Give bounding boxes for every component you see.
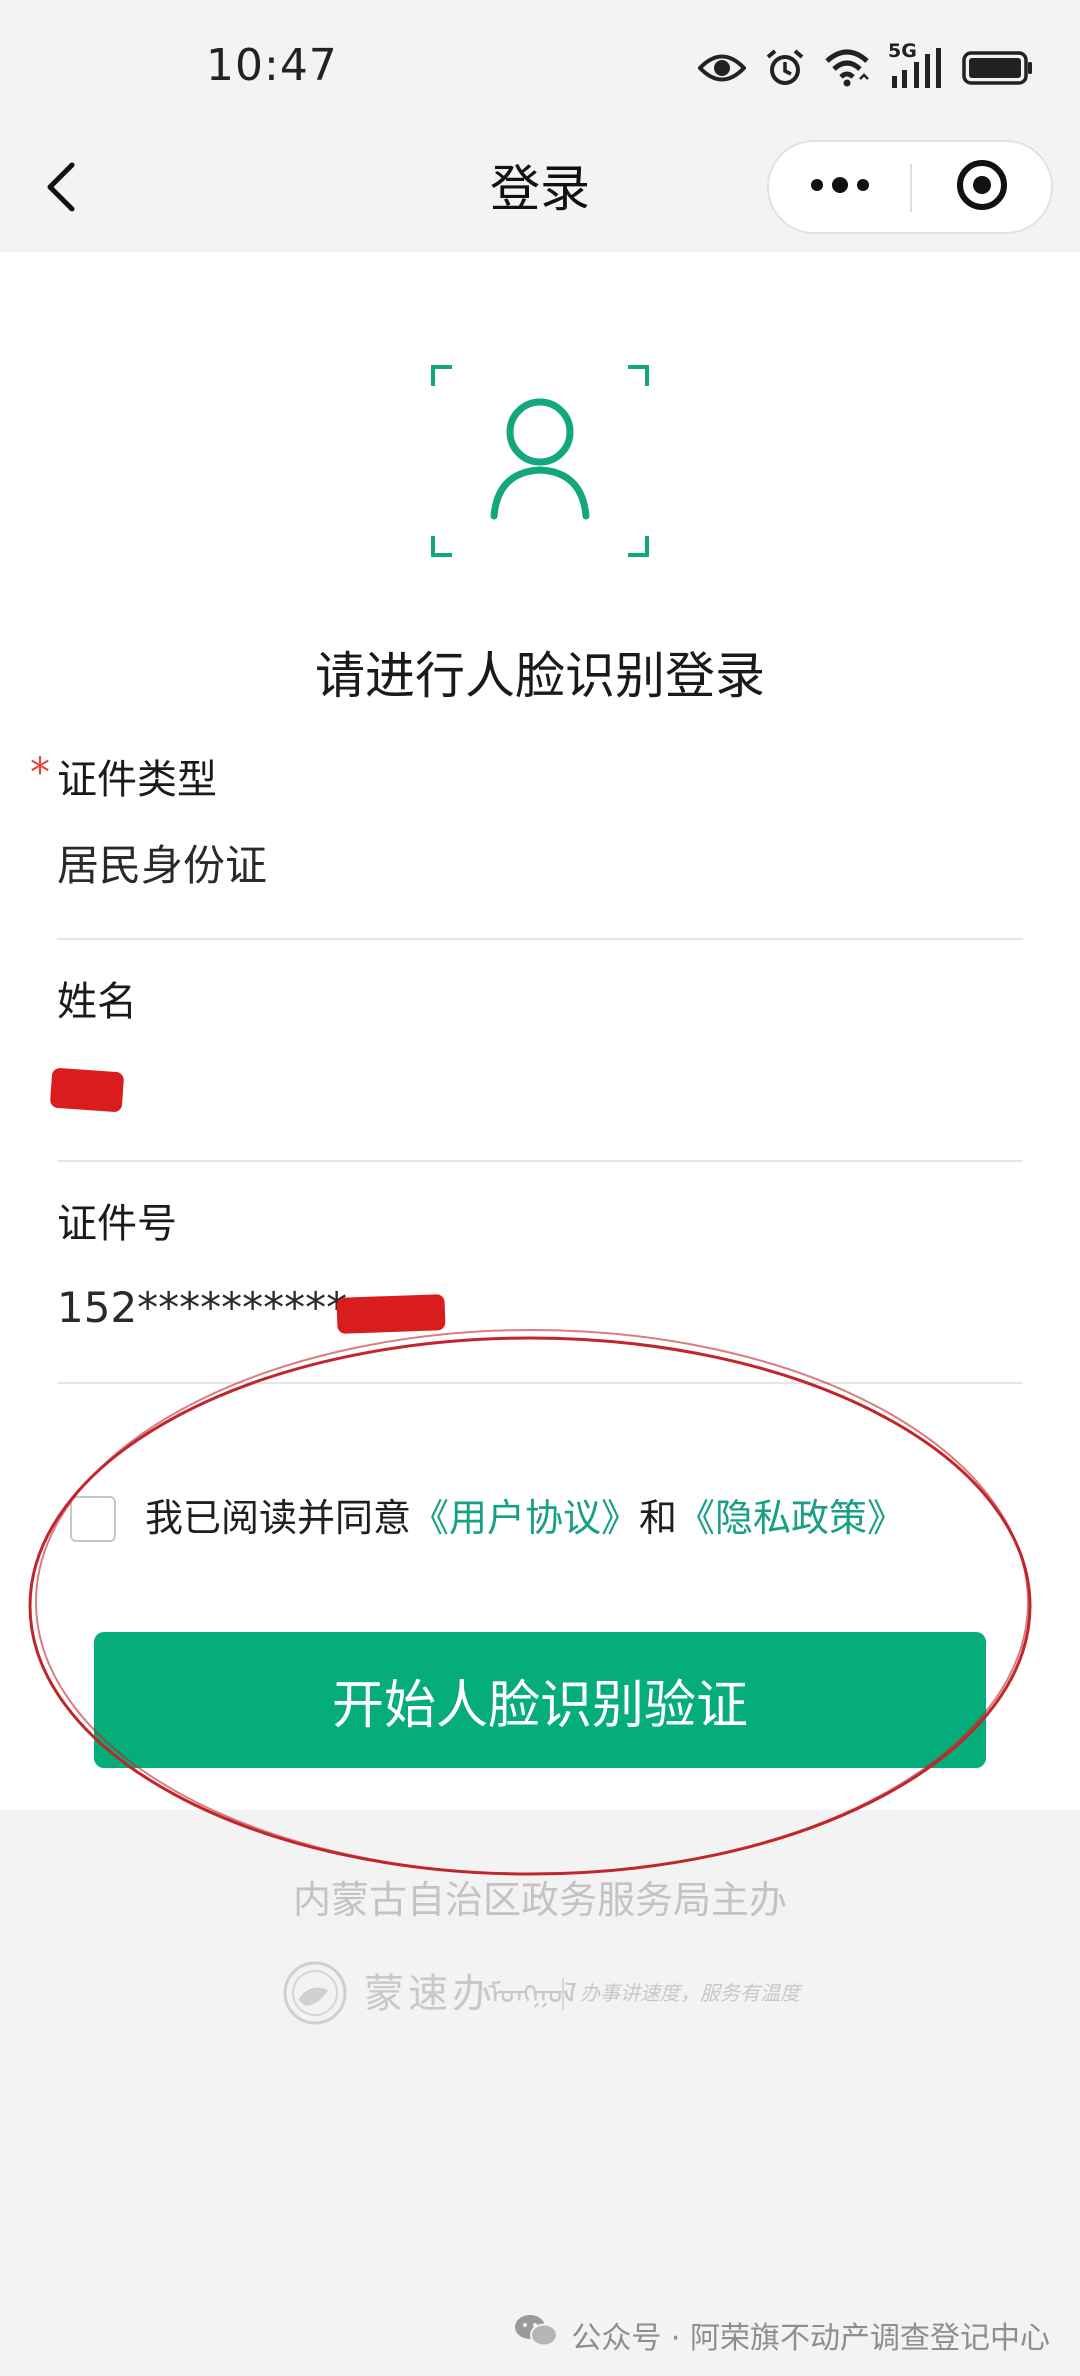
brand-name: 蒙速办: [364, 1971, 496, 2017]
agreement-prefix: 我已阅读并同意: [145, 1496, 412, 1540]
close-button[interactable]: [912, 142, 1051, 232]
user-agreement-link[interactable]: 《用户协议》: [411, 1496, 639, 1540]
wechat-icon: [513, 2313, 559, 2357]
footer-host: 内蒙古自治区政务服务局主办: [292, 1878, 787, 1922]
agreement-conjunction: 和: [639, 1496, 678, 1540]
divider: [57, 938, 1023, 940]
target-close-icon: [955, 158, 1009, 216]
name-input[interactable]: [57, 1054, 757, 1114]
watermark: 公众号 · 阿荣旗不动产调查登记中心: [513, 2310, 1050, 2360]
id-type-label: 证件类型: [57, 757, 217, 803]
nav-bar: 登录: [0, 130, 1080, 252]
redaction-mark: [336, 1294, 446, 1334]
divider: [57, 1382, 1023, 1384]
status-time: 10:47: [206, 40, 338, 91]
agreement-checkbox[interactable]: [70, 1496, 116, 1542]
agreement-text: 我已阅读并同意《用户协议》和《隐私政策》: [145, 1490, 905, 1546]
name-field: 姓名: [49, 974, 1023, 1174]
privacy-policy-link[interactable]: 《隐私政策》: [677, 1496, 905, 1540]
wifi-icon: [824, 49, 870, 87]
footer-brand: 蒙速办 ᠮᠣᠩᠭᠣᠯ 办事讲速度，服务有温度: [282, 1958, 802, 2038]
agreement-row: 我已阅读并同意《用户协议》和《隐私政策》: [70, 1490, 1030, 1550]
more-dots-icon: [809, 177, 871, 197]
mini-program-capsule: [767, 140, 1053, 234]
status-bar: 10:47 5G: [0, 0, 1080, 130]
face-login-title: 请进行人脸识别登录: [315, 647, 765, 705]
divider: [57, 1160, 1023, 1162]
login-card: 请进行人脸识别登录 * 证件类型 居民身份证 姓名 证件号 152*******…: [0, 252, 1080, 1810]
id-number-label: 证件号: [57, 1201, 177, 1247]
brand-divider: [562, 1978, 564, 2010]
brand-slogan: 办事讲速度，服务有温度: [580, 1981, 800, 2005]
id-type-select[interactable]: 居民身份证: [57, 836, 757, 896]
start-face-verify-button[interactable]: 开始人脸识别验证: [94, 1632, 986, 1768]
status-icons: 5G: [698, 40, 1034, 92]
alarm-icon: [764, 47, 806, 89]
face-scan-icon: [430, 364, 650, 558]
name-label: 姓名: [57, 979, 137, 1025]
id-number-field: 证件号 152**********: [57, 1196, 1023, 1396]
redaction-mark: [49, 1067, 125, 1113]
signal-icon: 5G: [888, 40, 944, 90]
watermark-text: 公众号 · 阿荣旗不动产调查登记中心: [571, 2321, 1050, 2356]
battery-icon: [962, 50, 1034, 86]
more-button[interactable]: [769, 142, 910, 232]
required-mark: *: [30, 750, 50, 796]
eye-icon: [698, 51, 746, 85]
